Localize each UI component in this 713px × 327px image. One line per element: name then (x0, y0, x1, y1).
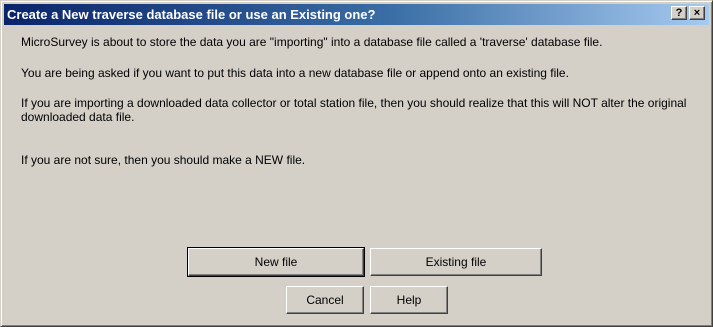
new-file-button[interactable]: New file (187, 247, 365, 277)
existing-file-button[interactable]: Existing file (370, 248, 542, 276)
dialog-title: Create a New traverse database file or u… (7, 7, 376, 22)
title-bar[interactable]: Create a New traverse database file or u… (4, 4, 709, 25)
dialog-window: Create a New traverse database file or u… (0, 0, 713, 327)
help-button[interactable]: Help (370, 286, 448, 314)
help-caption-button[interactable]: ? (671, 6, 687, 20)
message-line-3: If you are importing a downloaded data c… (21, 96, 687, 124)
message-line-4: If you are not sure, then you should mak… (21, 153, 306, 167)
cancel-button[interactable]: Cancel (286, 286, 364, 314)
close-icon[interactable]: × (689, 6, 705, 20)
message-line-2: You are being asked if you want to put t… (21, 66, 569, 80)
message-line-1: MicroSurvey is about to store the data y… (21, 35, 603, 49)
